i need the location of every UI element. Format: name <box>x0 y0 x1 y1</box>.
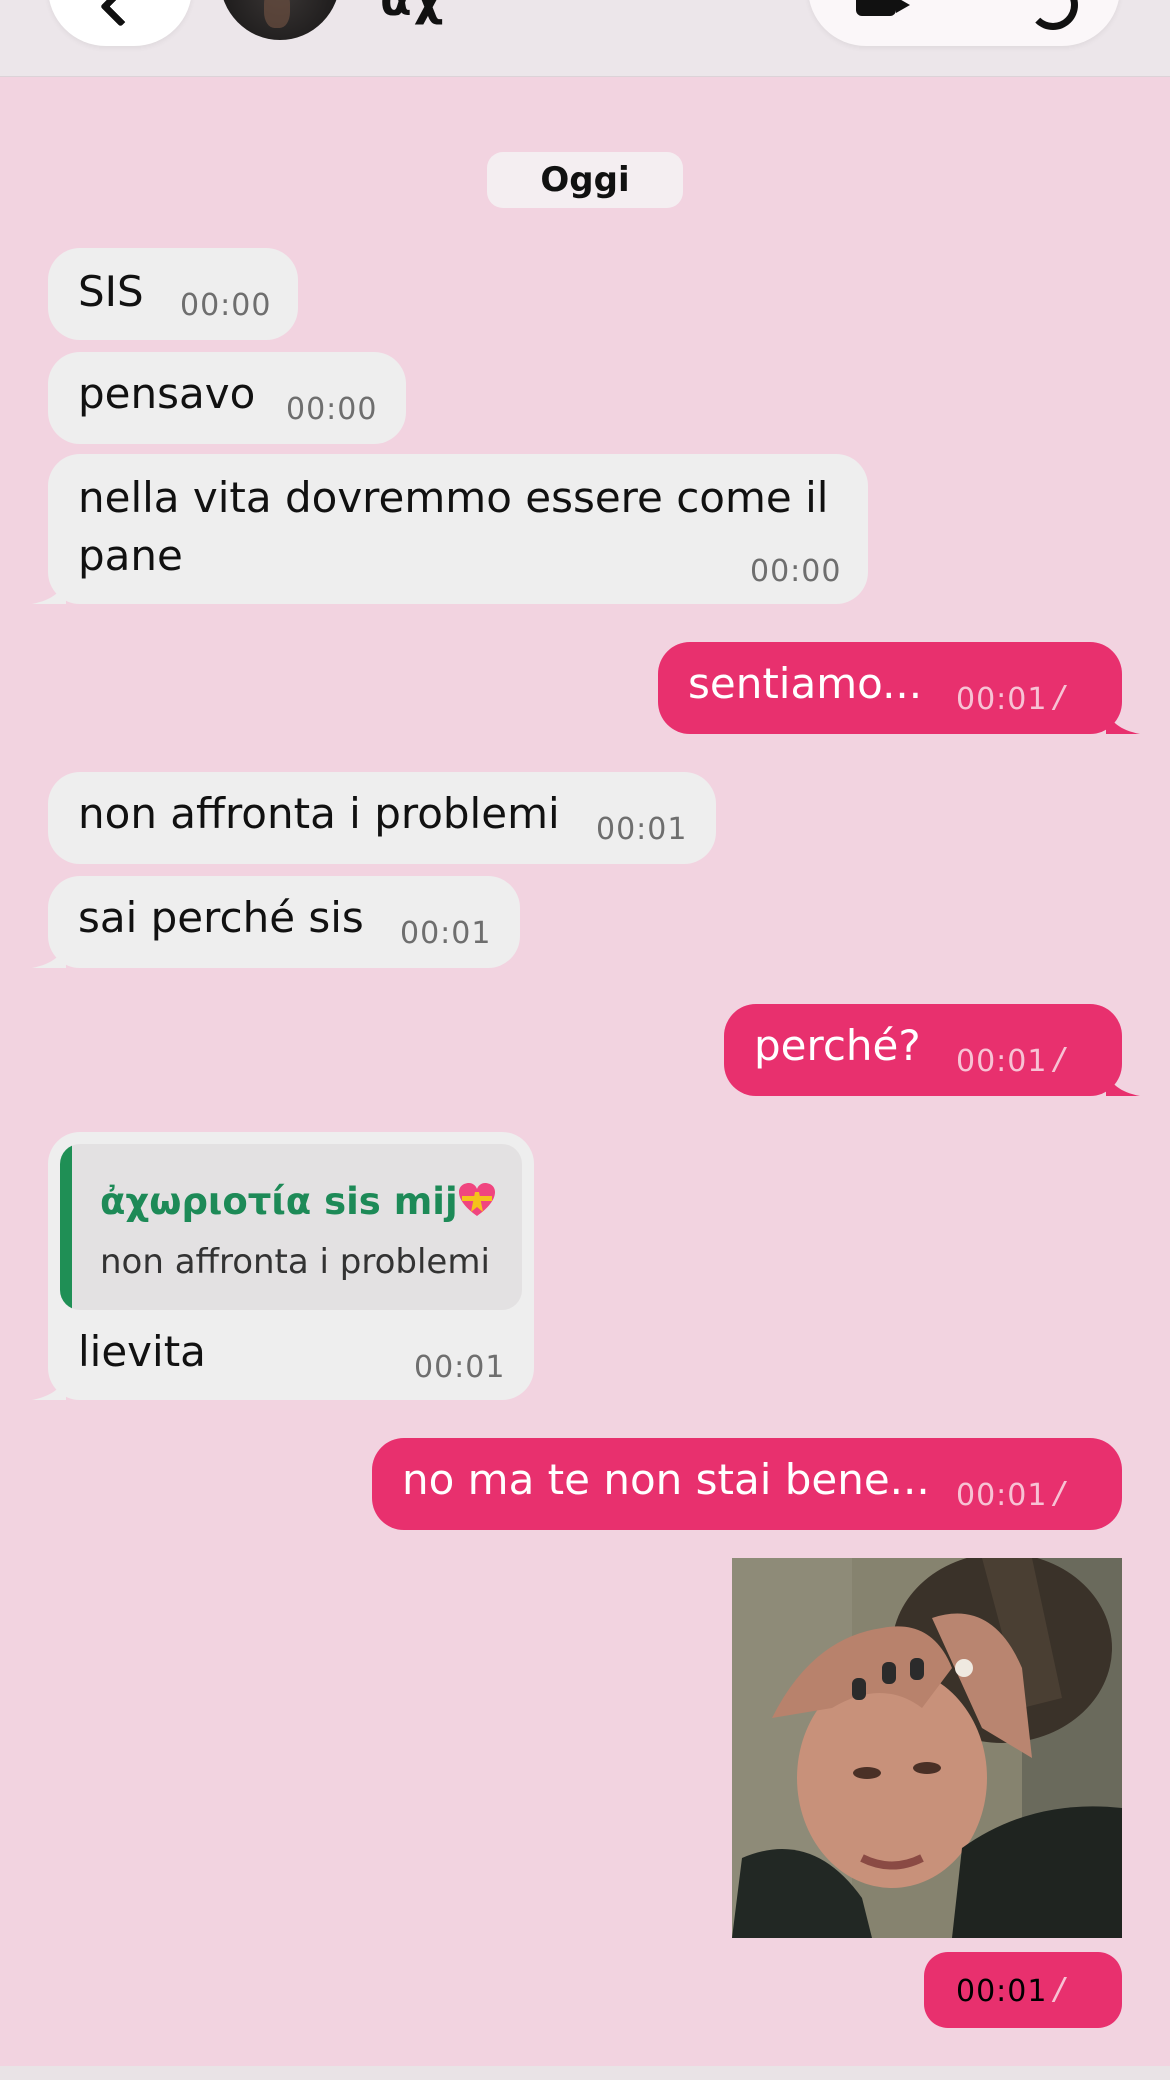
incoming-message[interactable]: non affronta i problemi 00:01 <box>48 772 716 864</box>
message-time: 00:01 <box>596 812 688 847</box>
incoming-message[interactable]: SIS 00:00 <box>48 248 298 340</box>
incoming-message[interactable]: nella vita dovremmo essere come il pane … <box>32 454 868 604</box>
incoming-message[interactable]: pensavo 00:00 <box>48 352 406 444</box>
message-time: 00:01 <box>956 1044 1048 1079</box>
bubble-tail <box>1106 1070 1140 1096</box>
message-text: pensavo <box>78 369 256 418</box>
sticker-image[interactable] <box>732 1558 1122 1938</box>
message-time: 00:00 <box>286 392 378 427</box>
sticker-illustration <box>732 1558 1122 1938</box>
outgoing-message[interactable]: no ma te non stai bene... 00:01 // <box>372 1438 1122 1530</box>
message-time: 00:01 <box>956 1478 1048 1513</box>
contact-avatar[interactable] <box>220 0 340 40</box>
outgoing-message[interactable]: perché? 00:01 // <box>724 1004 1140 1096</box>
date-chip: Oggi <box>487 152 683 208</box>
bubble-tail <box>32 578 66 604</box>
call-buttons-group <box>808 0 1120 46</box>
message-text: SIS <box>78 267 144 316</box>
message-text-line: pane <box>78 531 183 580</box>
incoming-message[interactable]: sai perché sis 00:01 <box>32 876 520 968</box>
bubble-tail <box>1106 708 1140 734</box>
back-button[interactable] <box>48 0 192 46</box>
reply-quoted-text: non affronta i problemi <box>100 1242 490 1282</box>
outgoing-message[interactable]: sentiamo... 00:01 // <box>658 642 1140 734</box>
bubble-tail <box>32 942 66 968</box>
message-text: sai perché sis <box>78 893 364 942</box>
message-time: 00:01 <box>400 916 492 951</box>
message-time: 00:01 <box>414 1350 506 1385</box>
message-time: 00:00 <box>180 288 272 323</box>
contact-name[interactable]: ἀχ <box>380 0 445 26</box>
message-time: 00:01 <box>956 1974 1048 2009</box>
reply-author: ἀχωριοτία sis mij <box>100 1178 496 1223</box>
back-chevron-icon <box>99 0 142 28</box>
incoming-reply-message[interactable]: ἀχωριοτία sis mij non affronta i problem… <box>32 1132 534 1400</box>
message-text: lievita <box>78 1327 206 1376</box>
heart-ribbon-emoji <box>458 1183 495 1216</box>
video-call-icon[interactable] <box>856 0 910 16</box>
reply-quote[interactable]: ἀχωριοτία sis mij non affronta i problem… <box>60 1144 522 1310</box>
bubble-tail <box>32 1374 66 1400</box>
message-text-line: nella vita dovremmo essere come il <box>78 473 829 522</box>
message-time: 00:01 <box>956 682 1048 717</box>
message-text: perché? <box>754 1021 921 1070</box>
input-bar-edge <box>0 2066 1170 2080</box>
message-text: no ma te non stai bene... <box>402 1455 930 1504</box>
reply-accent-bar <box>60 1144 72 1310</box>
phone-call-icon[interactable] <box>1028 0 1078 30</box>
message-text: non affronta i problemi <box>78 789 560 838</box>
message-text: sentiamo... <box>688 659 923 708</box>
sticker-timestamp: 00:01 // <box>924 1952 1122 2028</box>
chat-header: ἀχ <box>0 0 1170 77</box>
message-time: 00:00 <box>750 554 842 589</box>
avatar-photo <box>264 0 290 28</box>
